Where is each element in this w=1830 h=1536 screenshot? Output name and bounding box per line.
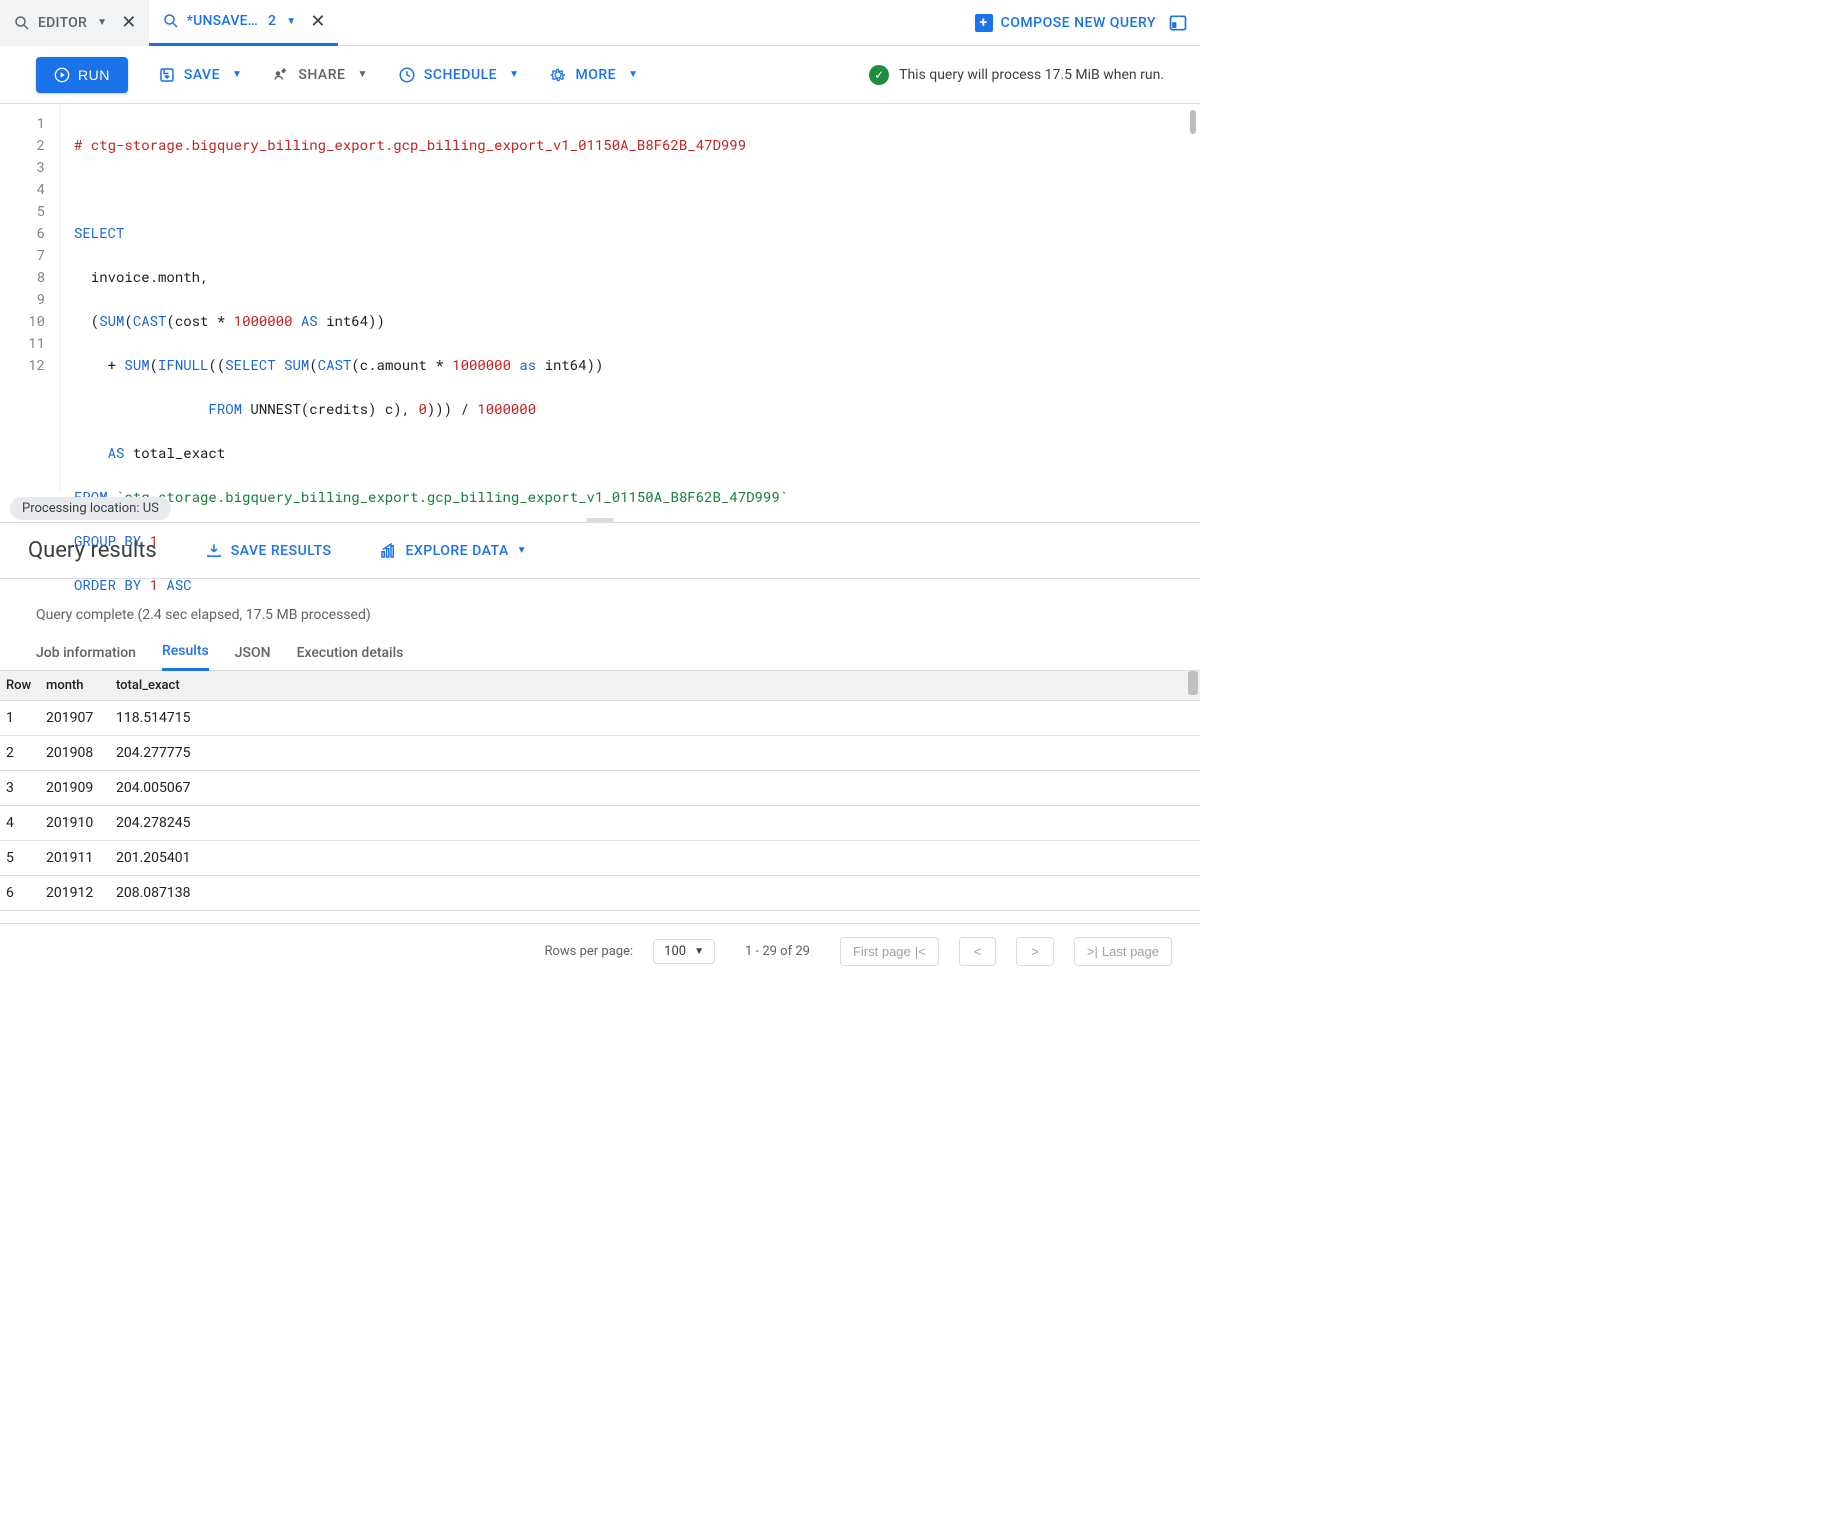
chevron-left-icon: <: [974, 944, 982, 959]
play-icon: [54, 67, 70, 83]
table-row[interactable]: 6201912208.087138: [0, 876, 1200, 911]
gear-icon: [549, 66, 567, 84]
cell-total: 208.087138: [116, 885, 226, 901]
editor-scrollbar[interactable]: [1190, 110, 1196, 134]
results-table: Row month total_exact 1201907118.5147152…: [0, 671, 1200, 911]
resize-handle[interactable]: [586, 518, 614, 522]
share-label: SHARE: [298, 67, 345, 83]
check-icon: ✓: [869, 65, 889, 85]
table-row[interactable]: 3201909204.005067: [0, 771, 1200, 806]
query-icon: [161, 11, 181, 31]
save-label: SAVE: [184, 67, 220, 83]
more-label: MORE: [575, 67, 616, 83]
cell-month: 201912: [46, 885, 116, 901]
run-button[interactable]: RUN: [36, 57, 128, 93]
cell-row: 1: [0, 710, 46, 726]
query-status: ✓ This query will process 17.5 MiB when …: [869, 65, 1164, 85]
tab-editor[interactable]: EDITOR ▼ ✕: [0, 0, 149, 46]
last-page-label: Last page: [1102, 944, 1159, 959]
last-page-button[interactable]: >| Last page: [1074, 937, 1172, 966]
share-button[interactable]: SHARE ▼: [272, 66, 367, 84]
cell-total: 204.277775: [116, 745, 226, 761]
col-header-total: total_exact: [116, 678, 226, 693]
save-icon: [158, 66, 176, 84]
pagination: Rows per page: 100 ▼ 1 - 29 of 29 First …: [0, 923, 1200, 979]
dropdown-icon: ▼: [694, 946, 704, 957]
col-header-row: Row: [0, 678, 46, 693]
table-row[interactable]: 1201907118.514715: [0, 701, 1200, 736]
cell-month: 201910: [46, 815, 116, 831]
col-header-month: month: [46, 678, 116, 693]
cell-month: 201908: [46, 745, 116, 761]
compose-label: COMPOSE NEW QUERY: [1001, 15, 1156, 31]
cell-total: 204.005067: [116, 780, 226, 796]
table-scrollbar[interactable]: [1188, 671, 1198, 695]
query-icon: [12, 13, 32, 33]
cell-month: 201909: [46, 780, 116, 796]
prev-page-button[interactable]: <: [959, 937, 997, 966]
cell-total: 201.205401: [116, 850, 226, 866]
schedule-button[interactable]: SCHEDULE ▼: [398, 66, 520, 84]
share-icon: [272, 66, 290, 84]
cell-row: 4: [0, 815, 46, 831]
rows-per-page-select[interactable]: 100 ▼: [653, 939, 715, 964]
schedule-icon: [398, 66, 416, 84]
code-editor[interactable]: 123456789101112 # ctg-storage.bigquery_b…: [0, 104, 1200, 492]
cell-row: 5: [0, 850, 46, 866]
first-page-label: First page: [853, 944, 911, 959]
save-button[interactable]: SAVE ▼: [158, 66, 243, 84]
dropdown-icon[interactable]: ▼: [97, 17, 107, 28]
cell-month: 201907: [46, 710, 116, 726]
dropdown-icon: ▼: [357, 69, 367, 80]
table-header: Row month total_exact: [0, 671, 1200, 701]
rows-per-page-label: Rows per page:: [544, 944, 633, 959]
rows-per-page-value: 100: [664, 944, 686, 959]
tab-unsaved[interactable]: *UNSAVE… 2 ▼ ✕: [149, 0, 338, 46]
first-page-button[interactable]: First page |<: [840, 937, 939, 966]
tab-unsaved-label: *UNSAVE…: [187, 13, 258, 29]
toolbar: RUN SAVE ▼ SHARE ▼ SCHEDULE ▼ MORE ▼ ✓ T…: [0, 46, 1200, 104]
dropdown-icon: ▼: [232, 69, 242, 80]
code-area[interactable]: # ctg-storage.bigquery_billing_export.gc…: [60, 104, 1200, 492]
line-gutter: 123456789101112: [0, 104, 60, 492]
close-icon[interactable]: ✕: [121, 12, 136, 33]
next-page-button[interactable]: >: [1016, 937, 1054, 966]
status-text: This query will process 17.5 MiB when ru…: [899, 67, 1164, 83]
tab-unsaved-badge: 2: [268, 13, 276, 29]
table-row[interactable]: 4201910204.278245: [0, 806, 1200, 841]
cell-total: 118.514715: [116, 710, 226, 726]
dropdown-icon: ▼: [628, 69, 638, 80]
chevron-right-icon: >: [1031, 944, 1039, 959]
close-icon[interactable]: ✕: [310, 11, 325, 32]
last-page-icon: >|: [1087, 944, 1098, 959]
tabs-bar: EDITOR ▼ ✕ *UNSAVE… 2 ▼ ✕ + COMPOSE NEW …: [0, 0, 1200, 46]
pagination-range: 1 - 29 of 29: [745, 944, 810, 959]
plus-icon: +: [975, 14, 993, 32]
dropdown-icon[interactable]: ▼: [286, 16, 296, 27]
first-page-icon: |<: [915, 944, 926, 959]
run-label: RUN: [78, 67, 110, 83]
processing-location-chip: Processing location: US: [10, 497, 171, 520]
more-button[interactable]: MORE ▼: [549, 66, 638, 84]
cell-row: 6: [0, 885, 46, 901]
cell-row: 3: [0, 780, 46, 796]
cell-month: 201911: [46, 850, 116, 866]
editor-footer: Processing location: US: [0, 492, 1200, 522]
tab-editor-label: EDITOR: [38, 15, 87, 31]
dropdown-icon: ▼: [509, 69, 519, 80]
cell-row: 2: [0, 745, 46, 761]
table-row[interactable]: 5201911201.205401: [0, 841, 1200, 876]
schedule-label: SCHEDULE: [424, 67, 497, 83]
cell-total: 204.278245: [116, 815, 226, 831]
compose-new-query-button[interactable]: + COMPOSE NEW QUERY: [975, 14, 1156, 32]
panel-icon[interactable]: [1168, 13, 1188, 33]
table-row[interactable]: 2201908204.277775: [0, 736, 1200, 771]
